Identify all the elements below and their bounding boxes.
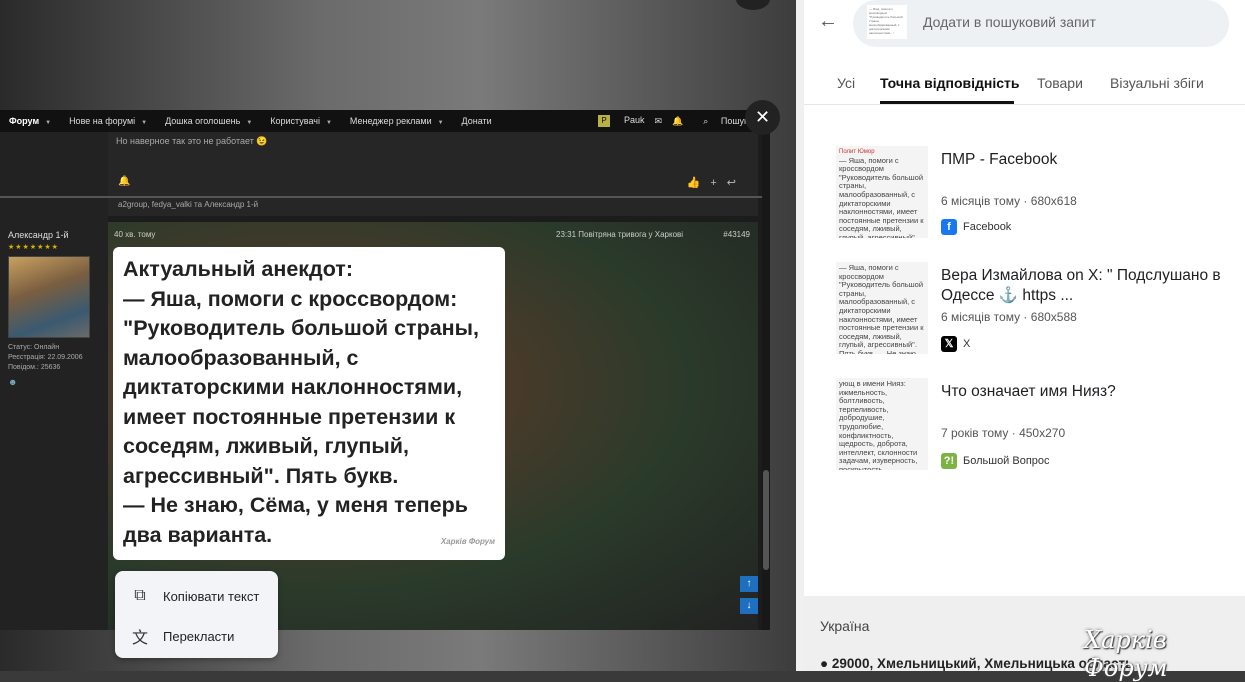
post-actions: 👍+↩ (687, 176, 746, 189)
lens-image-area: Форум ▼ Нове на форумі ▼ Дошка оголошень ▼ … (0, 0, 800, 671)
result-title[interactable]: Что означает имя Нияз? (941, 382, 1231, 402)
badge-icon: ☻ (8, 377, 18, 387)
search-icon: ⌕ (703, 115, 709, 126)
nav-item-new[interactable]: Нове на форумі ▼ (60, 116, 156, 126)
air-alert-link[interactable]: 23:31 Повітряна тривога у Харкові (556, 230, 683, 239)
close-lens-button[interactable]: ✕ (745, 100, 780, 135)
post-header: 40 хв. тому 23:31 Повітряна тривога у Ха… (108, 222, 758, 239)
translate-icon: 文 (131, 630, 148, 647)
tab-visual-matches[interactable]: Візуальні збіги (1110, 75, 1204, 91)
bell-icon[interactable]: 🔔 (118, 176, 130, 187)
nav-item-donate[interactable]: Донати (453, 116, 501, 126)
page-watermark: Харків Форум (1084, 626, 1168, 682)
tab-all[interactable]: Усі (837, 75, 855, 91)
forum-nav-bar: Форум ▼ Нове на форумі ▼ Дошка оголошень ▼ … (0, 110, 770, 132)
user-menu[interactable]: P Pauk (588, 115, 645, 127)
meme-line: два варианта. (123, 522, 273, 547)
chevron-down-icon: ▼ (246, 120, 253, 126)
search-image-thumbnail[interactable]: — Яша, помоги с кроссвордом "Руководител… (867, 5, 907, 39)
result-item[interactable]: Полит Юмор — Яша, помоги с кроссвордом "… (836, 146, 1236, 242)
meme-line: диктаторскими наклонностями, (123, 375, 463, 399)
top-close-button[interactable] (736, 0, 770, 10)
like-icon[interactable]: 👍 (687, 177, 711, 189)
result-meta: 7 років тому · 450x270 (941, 426, 1066, 440)
scroll-up-button[interactable]: ↑ (740, 576, 758, 592)
search-input[interactable]: — Яша, помоги с кроссвордом "Руководител… (853, 0, 1229, 47)
meme-text-image[interactable]: Актуальный анекдот: — Яша, помоги с крос… (113, 247, 505, 560)
nav-user-area: P Pauk ✉ 🔔 ⌕ Пошук (578, 110, 748, 132)
meme-line: имеет постоянные претензии к (123, 404, 456, 429)
nav-item-board[interactable]: Дошка оголошень ▼ (156, 116, 261, 126)
text-context-menu: ⧉ Копіювати текст 文 Перекласти (115, 571, 278, 658)
scroll-down-button[interactable]: ↓ (740, 598, 758, 614)
search-placeholder: Додати в пошуковий запит (923, 14, 1096, 30)
author-status: Статус: Онлайн (8, 344, 60, 351)
scrollbar-thumb[interactable] (763, 470, 769, 570)
result-thumbnail[interactable]: — Яша, помоги с кроссвордом "Руководител… (836, 262, 928, 354)
facebook-icon: f (941, 219, 957, 235)
author-rank-stars: ★★★★★★★ (8, 244, 59, 251)
result-thumbnail[interactable]: ующ в имени Нияз: ижмельность, болтливос… (836, 378, 928, 470)
chevron-down-icon: ▼ (45, 120, 52, 126)
meme-line: малообразованный, с (123, 345, 359, 370)
meme-line: — Не знаю, Сёма, у меня теперь (123, 493, 468, 517)
result-title[interactable]: Вера Измайлова on X: " Подслушано в Одес… (941, 266, 1231, 306)
meme-line: "Руководитель большой страны, (123, 316, 479, 340)
translate-button[interactable]: 文 Перекласти (131, 624, 234, 648)
result-source[interactable]: 𝕏 X (941, 336, 970, 352)
results-tabs: Усі Точна відповідність Товари Візуальні… (804, 64, 1245, 104)
post-time: 40 хв. тому (114, 230, 156, 239)
meme-line: агрессивный". Пять букв. (123, 463, 399, 488)
close-icon: ✕ (754, 107, 771, 127)
search-link[interactable]: ⌕ Пошук (693, 116, 748, 127)
meme-line: — Яша, помоги с кроссвордом: (123, 286, 458, 311)
chevron-down-icon: ▼ (437, 120, 444, 126)
result-item[interactable]: — Яша, помоги с кроссвордом "Руководител… (836, 262, 1236, 358)
reply-icon[interactable]: ↩ (727, 177, 746, 189)
chevron-down-icon: ▼ (141, 120, 148, 126)
meme-line: соседям, лживый, глупый, (123, 434, 409, 458)
user-avatar: P (598, 115, 611, 127)
panel-divider (796, 0, 804, 671)
result-title[interactable]: ПМР - Facebook (941, 150, 1231, 170)
tab-products[interactable]: Товари (1037, 75, 1083, 91)
question-icon: ?! (941, 453, 957, 469)
tabs-divider (804, 104, 1245, 105)
result-item[interactable]: ующ в имени Нияз: ижмельность, болтливос… (836, 378, 1236, 474)
nav-item-ads[interactable]: Менеджер реклами ▼ (341, 116, 453, 126)
chevron-down-icon: ▼ (325, 120, 332, 126)
copy-icon: ⧉ (134, 587, 146, 604)
tab-exact-match[interactable]: Точна відповідність (880, 75, 1020, 91)
mail-icon[interactable]: ✉ (655, 116, 663, 127)
x-icon: 𝕏 (941, 336, 957, 352)
bell-icon[interactable]: 🔔 (672, 116, 683, 127)
post-likes: a2group, fedya_valki та Александр 1-й (118, 200, 259, 209)
copy-text-button[interactable]: ⧉ Копіювати текст (131, 587, 259, 605)
author-name[interactable]: Александр 1-й (8, 230, 69, 240)
result-meta: 6 місяців тому · 680x588 (941, 310, 1077, 324)
nav-item-forum[interactable]: Форум ▼ (0, 116, 60, 126)
footer-country: Україна (820, 618, 870, 634)
result-meta: 6 місяців тому · 680x618 (941, 194, 1077, 208)
back-arrow-icon[interactable]: ← (818, 10, 838, 33)
meme-line: Актуальный анекдот: (123, 257, 353, 281)
author-avatar[interactable] (8, 256, 90, 338)
nav-item-users[interactable]: Користувачі ▼ (261, 116, 341, 126)
meme-watermark: Харків Форум (440, 536, 495, 546)
author-registered: Реєстрація: 22.09.2006 (8, 354, 83, 361)
results-panel: ← — Яша, помоги с кроссвордом "Руководит… (804, 0, 1245, 671)
result-source[interactable]: ?! Большой Вопрос (941, 453, 1050, 469)
result-thumbnail[interactable]: Полит Юмор — Яша, помоги с кроссвордом "… (836, 146, 928, 238)
result-source[interactable]: f Facebook (941, 219, 1011, 235)
post-number[interactable]: #43149 (723, 230, 750, 239)
previous-post: Но наверное так это не работает 😉 🔔 👍+↩ … (108, 132, 758, 216)
post-divider (0, 196, 770, 198)
author-post-count: Повідом.: 25636 (8, 364, 61, 371)
post-text: Но наверное так это не работает 😉 (116, 136, 268, 146)
plus-icon[interactable]: + (710, 177, 726, 189)
